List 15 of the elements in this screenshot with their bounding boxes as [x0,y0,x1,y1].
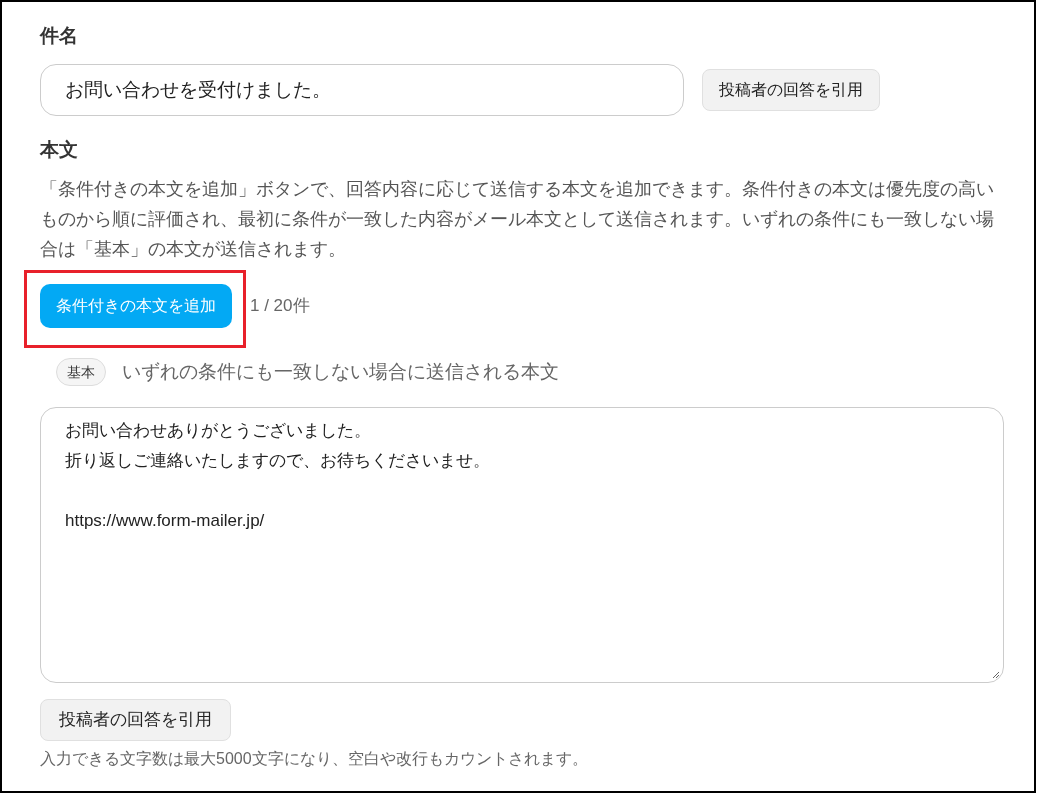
body-text-line: お問い合わせありがとうございました。 [65,420,371,440]
quote-answer-button[interactable]: 投稿者の回答を引用 [702,69,880,111]
body-textarea[interactable]: お問い合わせありがとうございました。 折り返しご連絡いたしますので、お待ちくださいませ。 https://www.form-mailer.jp/ [40,406,1004,683]
subject-label: 件名 [40,24,79,48]
body-count: 1 / 20件 [250,295,310,318]
default-tag: 基本 [56,358,106,387]
body-label: 本文 [40,138,79,162]
default-caption: いずれの条件にも一致しない場合に送信される本文 [122,360,559,384]
body-description: 「条件付きの本文を追加」ボタンで、回答内容に応じて送信する本文を追加できます。条件付きの本文は優先度の高いものから順に評価され、最初に条件が一致した内容がメール本文として送信されます。いずれの条件にも一致しない場合は「基本」の本文が送信されます。 [40,178,995,261]
body-text-line: 折り返しご連絡いたしますので、お待ちくださいませ。 [65,450,490,470]
resize-grip-icon [992,670,1000,679]
quote-answer-button[interactable]: 投稿者の回答を引用 [40,698,231,741]
character-limit-note: 入力できる文字数は最大5000文字になり、空白や改行もカウントされます。 [40,748,589,769]
body-text-line: https://www.form-mailer.jp/ [65,510,265,530]
subject-field[interactable]: お問い合わせを受付けました。 [40,64,684,116]
